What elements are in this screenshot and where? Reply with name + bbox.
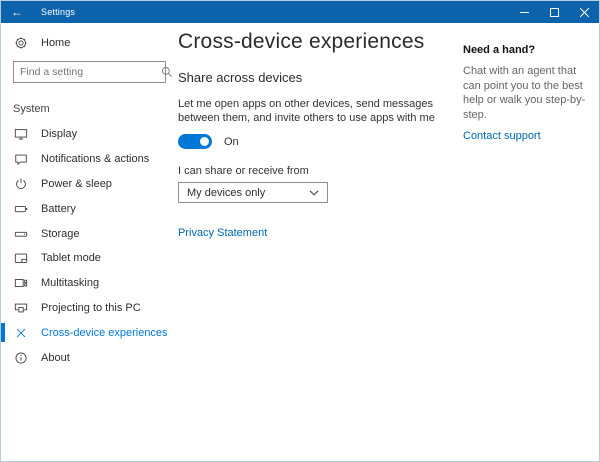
search-box[interactable]	[13, 61, 166, 83]
maximize-button[interactable]	[539, 1, 569, 23]
contact-support-link[interactable]: Contact support	[463, 130, 541, 142]
minimize-icon	[520, 8, 529, 17]
share-description: Let me open apps on other devices, send …	[178, 97, 460, 125]
privacy-statement-link[interactable]: Privacy Statement	[178, 227, 267, 239]
minimize-button[interactable]	[509, 1, 539, 23]
share-scope-dropdown[interactable]: My devices only	[178, 182, 328, 203]
maximize-icon	[550, 8, 559, 17]
window-title: Settings	[41, 7, 75, 17]
settings-window: ← Settings Home	[0, 0, 600, 462]
close-button[interactable]	[569, 1, 599, 23]
close-icon	[580, 8, 589, 17]
sidebar: Home System Display	[1, 23, 178, 461]
help-body: Chat with an agent that can point you to…	[463, 64, 589, 122]
dropdown-selected-value: My devices only	[187, 187, 265, 199]
sidebar-item-about[interactable]: About	[1, 345, 178, 370]
power-icon	[13, 177, 29, 191]
gear-icon	[13, 36, 29, 50]
share-scope-label: I can share or receive from	[178, 165, 599, 177]
share-toggle[interactable]	[178, 134, 212, 149]
sidebar-nav: Display Notifications & actions Power & …	[1, 122, 178, 370]
sidebar-item-projecting[interactable]: Projecting to this PC	[1, 296, 178, 321]
sidebar-item-home[interactable]: Home	[13, 31, 178, 55]
sidebar-home-label: Home	[41, 37, 70, 49]
storage-icon	[13, 227, 29, 241]
sidebar-item-tablet-mode[interactable]: Tablet mode	[1, 246, 178, 271]
toggle-state-label: On	[224, 136, 239, 148]
titlebar: ← Settings	[1, 1, 599, 23]
sidebar-item-notifications[interactable]: Notifications & actions	[1, 147, 178, 172]
sidebar-item-multitasking[interactable]: Multitasking	[1, 271, 178, 296]
display-icon	[13, 127, 29, 141]
search-icon	[161, 66, 173, 78]
sidebar-item-cross-device[interactable]: Cross-device experiences	[1, 320, 178, 345]
chevron-down-icon	[309, 190, 319, 196]
back-button[interactable]: ←	[1, 1, 33, 23]
main-content: Cross-device experiences Share across de…	[178, 23, 599, 461]
sidebar-item-storage[interactable]: Storage	[1, 221, 178, 246]
toggle-knob	[200, 137, 209, 146]
about-icon	[13, 351, 29, 365]
cross-device-icon	[13, 326, 29, 340]
help-heading: Need a hand?	[463, 44, 589, 56]
sidebar-item-display[interactable]: Display	[1, 122, 178, 147]
sidebar-item-power-sleep[interactable]: Power & sleep	[1, 172, 178, 197]
tablet-mode-icon	[13, 251, 29, 265]
help-panel: Need a hand? Chat with an agent that can…	[463, 44, 589, 144]
search-input[interactable]	[14, 66, 161, 78]
battery-icon	[13, 202, 29, 216]
notifications-icon	[13, 152, 29, 166]
back-arrow-icon: ←	[11, 5, 23, 19]
sidebar-item-battery[interactable]: Battery	[1, 196, 178, 221]
sidebar-section-system: System	[13, 103, 178, 115]
multitasking-icon	[13, 276, 29, 290]
projecting-icon	[13, 301, 29, 315]
